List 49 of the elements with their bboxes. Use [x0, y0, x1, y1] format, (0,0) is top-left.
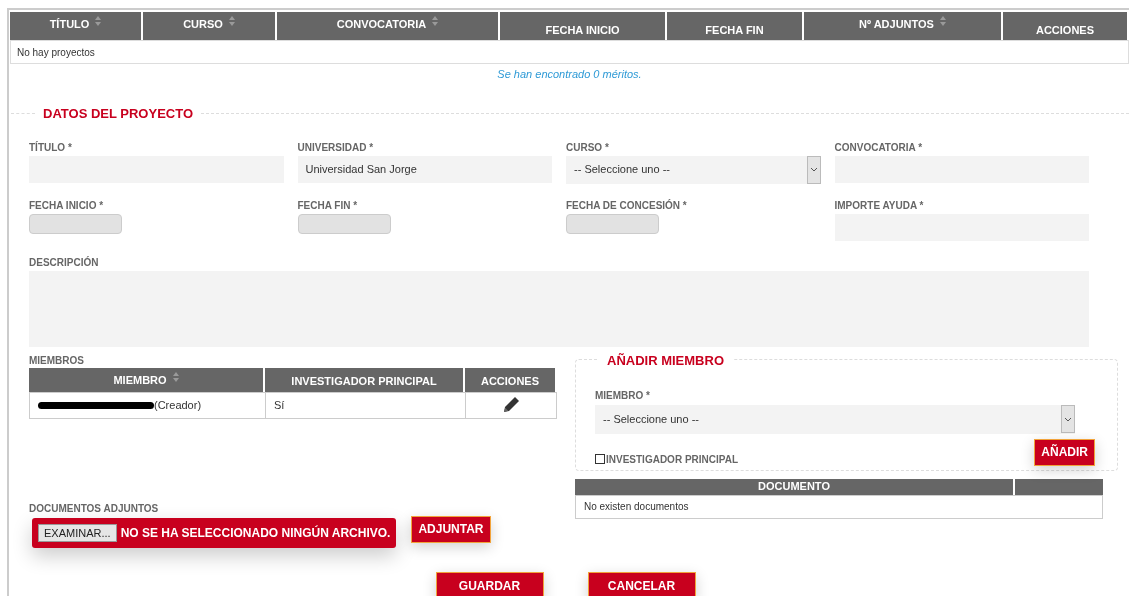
column-header: DOCUMENTO — [575, 478, 1015, 495]
field-label: FECHA DE CONCESIÓN * — [566, 199, 688, 212]
sort-icon — [172, 371, 179, 382]
sort-icon — [939, 16, 946, 26]
section-label: DOCUMENTOS ADJUNTOS — [29, 502, 160, 515]
field-label: FECHA FIN * — [297, 199, 359, 212]
checkbox[interactable] — [595, 454, 605, 464]
date-field[interactable] — [29, 213, 122, 234]
field-label: UNIVERSIDAD * — [297, 141, 375, 154]
empty-message: No hay proyectos — [17, 45, 95, 60]
column-header: INVESTIGADOR PRINCIPAL — [265, 367, 465, 392]
column-header: ACCIONES — [1003, 12, 1129, 40]
field-label: IMPORTE AYUDA * — [834, 199, 925, 212]
field-label: CONVOCATORIA * — [834, 141, 924, 154]
table-cell: Sí — [266, 392, 466, 418]
action-button[interactable]: GUARDAR — [435, 571, 544, 596]
column-header[interactable]: MIEMBRO — [29, 367, 265, 392]
column-header: ACCIONES — [465, 367, 557, 392]
field-label: MIEMBRO * — [595, 388, 651, 403]
column-header: FECHA FIN — [667, 12, 804, 40]
results-message: Se han encontrado 0 méritos. — [497, 67, 642, 82]
field-label: DESCRIPCIÓN — [29, 256, 100, 269]
section-label: MIEMBROS — [29, 353, 85, 368]
column-header[interactable]: TÍTULO — [10, 12, 143, 40]
sort-icon — [228, 16, 235, 26]
pencil-icon[interactable] — [501, 395, 521, 415]
field-label: TÍTULO * — [29, 141, 73, 154]
text-field[interactable]: Universidad San Jorge — [297, 155, 552, 183]
browse-button[interactable]: EXAMINAR... — [38, 523, 117, 542]
select-field[interactable]: -- Seleccione uno -- — [595, 404, 1075, 434]
action-button[interactable]: AÑADIR — [1034, 438, 1095, 466]
sort-icon — [432, 16, 439, 26]
sort-icon — [95, 16, 102, 26]
column-header[interactable]: Nº ADJUNTOS — [804, 12, 1003, 40]
section-legend: DATOS DEL PROYECTO — [35, 104, 201, 124]
select-field[interactable]: -- Seleccione uno -- — [566, 155, 821, 184]
column-header[interactable]: CONVOCATORIA — [277, 12, 500, 40]
action-button[interactable]: ADJUNTAR — [411, 515, 491, 543]
checkbox-label: INVESTIGADOR PRINCIPAL — [606, 452, 739, 467]
column-header: FECHA INICIO — [500, 12, 667, 40]
action-button[interactable]: CANCELAR — [587, 571, 696, 596]
table-cell: (Creador) — [30, 392, 266, 418]
file-input[interactable]: EXAMINAR... NO SE HA SELECCIONADO NINGÚN ARCHIVO. — [32, 517, 397, 548]
column-header[interactable]: CURSO — [143, 12, 277, 40]
date-field[interactable] — [566, 213, 659, 234]
date-field[interactable] — [297, 213, 391, 234]
field-label: CURSO * — [566, 141, 610, 154]
field-label: FECHA INICIO * — [29, 199, 105, 212]
empty-message: No existen documentos — [584, 500, 689, 514]
